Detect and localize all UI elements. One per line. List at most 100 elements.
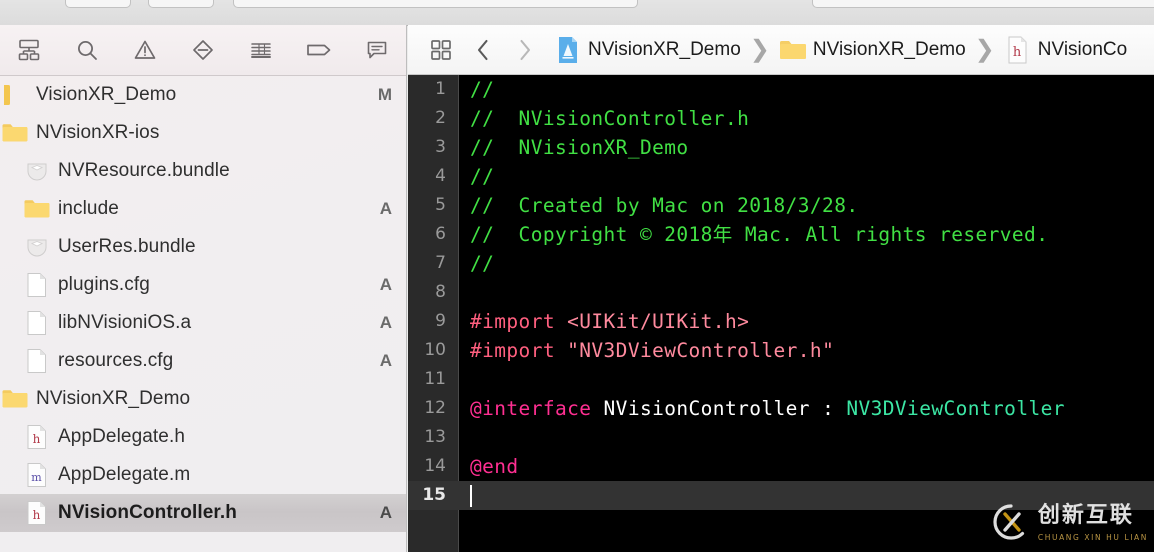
code-line[interactable]: 4 //	[408, 162, 1154, 191]
folder-icon	[0, 118, 30, 148]
breadcrumb-label: NVisionXR_Demo	[812, 38, 966, 60]
code-editor[interactable]: 1 // 2 // NVisionController.h 3 // NVisionXR_…	[408, 75, 1154, 552]
file-list[interactable]: VisionXR_Demo M NVisionXR-ios NVResource.bu…	[0, 76, 406, 552]
file-list-item[interactable]: h AppDelegate.h	[0, 418, 406, 456]
sidebar-item-find-navigator[interactable]	[58, 25, 116, 75]
file-list-item[interactable]: include A	[0, 190, 406, 228]
folder-icon	[0, 384, 30, 414]
code-line[interactable]: 7 //	[408, 249, 1154, 278]
code-token: // NVisionController.h	[470, 107, 750, 130]
toolbar-control-2[interactable]	[148, 0, 214, 8]
code-token: NV3DViewController	[846, 397, 1065, 420]
warning-triangle-icon	[132, 37, 158, 63]
breadcrumb-item-file[interactable]: h NVisionCo	[1004, 25, 1128, 74]
navigator-toolbar	[0, 25, 406, 76]
file-list-item[interactable]: NVisionXR_Demo	[0, 380, 406, 418]
source-icon: m	[22, 460, 52, 490]
file-status-badge: A	[379, 503, 392, 522]
line-number: 13	[424, 427, 446, 447]
file-list-item[interactable]: NVisionXR-ios	[0, 114, 406, 152]
file-list-item-label: UserRes.bundle	[58, 236, 196, 257]
line-number: 7	[435, 253, 446, 273]
breadcrumb-label: NVisionCo	[1037, 38, 1128, 60]
code-line[interactable]: 8	[408, 278, 1154, 307]
file-list-item[interactable]: UserRes.bundle	[0, 228, 406, 266]
file-list-item[interactable]: resources.cfg A	[0, 342, 406, 380]
sidebar-item-breakpoint-navigator[interactable]	[290, 25, 348, 75]
toolbar-control-4[interactable]	[812, 0, 1154, 8]
code-token: //	[470, 252, 495, 275]
code-token: // Copyright © 2018年 Mac. All rights res…	[470, 223, 1049, 246]
bundle-icon	[22, 232, 52, 262]
line-number: 5	[435, 195, 446, 215]
code-line-text: // NVisionXR_Demo	[470, 133, 689, 162]
breadcrumb-separator: ❯	[749, 35, 770, 63]
file-list-item[interactable]: m AppDelegate.m	[0, 456, 406, 494]
code-line[interactable]: 12 @interface NVisionController : NV3DVie…	[408, 394, 1154, 423]
project-navigator-icon	[16, 37, 42, 63]
breadcrumb-item-group[interactable]: NVisionXR_Demo	[779, 25, 966, 74]
file-list-item-label: VisionXR_Demo	[36, 84, 177, 105]
table-rows-icon	[248, 37, 274, 63]
code-token: // NVisionXR_Demo	[470, 136, 689, 159]
line-number: 12	[424, 398, 446, 418]
sidebar-item-project-navigator[interactable]	[0, 25, 58, 75]
code-line[interactable]: 9 #import <UIKit/UIKit.h>	[408, 307, 1154, 336]
xcode-project-icon	[554, 36, 582, 64]
code-line-text: @end	[470, 452, 519, 481]
line-number: 14	[424, 456, 446, 476]
file-list-item[interactable]: plugins.cfg A	[0, 266, 406, 304]
line-number: 4	[435, 166, 446, 186]
text-cursor	[470, 485, 472, 507]
file-list-item-label: resources.cfg	[58, 350, 174, 371]
sidebar-item-debug-navigator[interactable]	[232, 25, 290, 75]
code-line[interactable]: 11	[408, 365, 1154, 394]
file-list-item[interactable]: VisionXR_Demo M	[0, 76, 406, 114]
code-lines[interactable]: 1 // 2 // NVisionController.h 3 // NVisionXR_…	[408, 75, 1154, 552]
code-line-text: //	[470, 249, 494, 278]
code-line[interactable]: 2 // NVisionController.h	[408, 104, 1154, 133]
code-line[interactable]: 6 // Copyright © 2018年 Mac. All rights re…	[408, 220, 1154, 249]
xcode-window: VisionXR_Demo M NVisionXR-ios NVResource.bu…	[0, 0, 1154, 552]
code-line[interactable]: 10 #import "NV3DViewController.h"	[408, 336, 1154, 365]
breadcrumb-item-project[interactable]: NVisionXR_Demo	[554, 25, 741, 74]
related-items-button[interactable]	[420, 25, 462, 74]
svg-text:m: m	[31, 471, 42, 484]
file-icon	[22, 308, 52, 338]
line-number: 6	[435, 224, 446, 244]
toolbar-control-1[interactable]	[65, 0, 131, 8]
watermark-chinese: 创新互联	[1037, 502, 1134, 528]
code-line[interactable]: 3 // NVisionXR_Demo	[408, 133, 1154, 162]
code-token: <UIKit/UIKit.h>	[567, 310, 750, 333]
jump-bar: NVisionXR_Demo ❯ NVisionXR_Demo ❯ h NVis…	[408, 25, 1154, 75]
search-icon	[74, 37, 100, 63]
line-number: 15	[422, 485, 446, 505]
toolbar-control-3[interactable]	[233, 0, 638, 8]
code-line[interactable]: 5 // Created by Mac on 2018/3/28.	[408, 191, 1154, 220]
code-token: NVisionController :	[591, 397, 847, 420]
code-line[interactable]: 14 @end	[408, 452, 1154, 481]
back-button[interactable]	[462, 25, 504, 74]
code-token: @end	[470, 455, 519, 478]
code-token: #import	[470, 310, 568, 333]
project-icon	[0, 80, 30, 110]
window-toolbar-strip	[0, 0, 1154, 26]
folder-icon	[22, 194, 52, 224]
file-icon	[22, 346, 52, 376]
code-line-text: #import "NV3DViewController.h"	[470, 336, 834, 365]
sidebar-item-issue-navigator[interactable]	[116, 25, 174, 75]
forward-button[interactable]	[504, 25, 546, 74]
file-list-item-selected[interactable]: h NVisionController.h A	[0, 494, 406, 532]
file-list-item[interactable]: NVResource.bundle	[0, 152, 406, 190]
code-line[interactable]: 13	[408, 423, 1154, 452]
sidebar-item-report-navigator[interactable]	[348, 25, 406, 75]
code-token: @interface	[470, 397, 592, 420]
editor-panel: NVisionXR_Demo ❯ NVisionXR_Demo ❯ h NVis…	[408, 25, 1154, 552]
file-list-item[interactable]: libNVisioniOS.a A	[0, 304, 406, 342]
related-items-icon	[429, 38, 453, 62]
sidebar-item-test-navigator[interactable]	[174, 25, 232, 75]
code-line[interactable]: 1 //	[408, 75, 1154, 104]
file-list-item-label: NVisionController.h	[58, 502, 237, 523]
file-list-item-label: include	[58, 198, 119, 219]
file-icon	[22, 270, 52, 300]
